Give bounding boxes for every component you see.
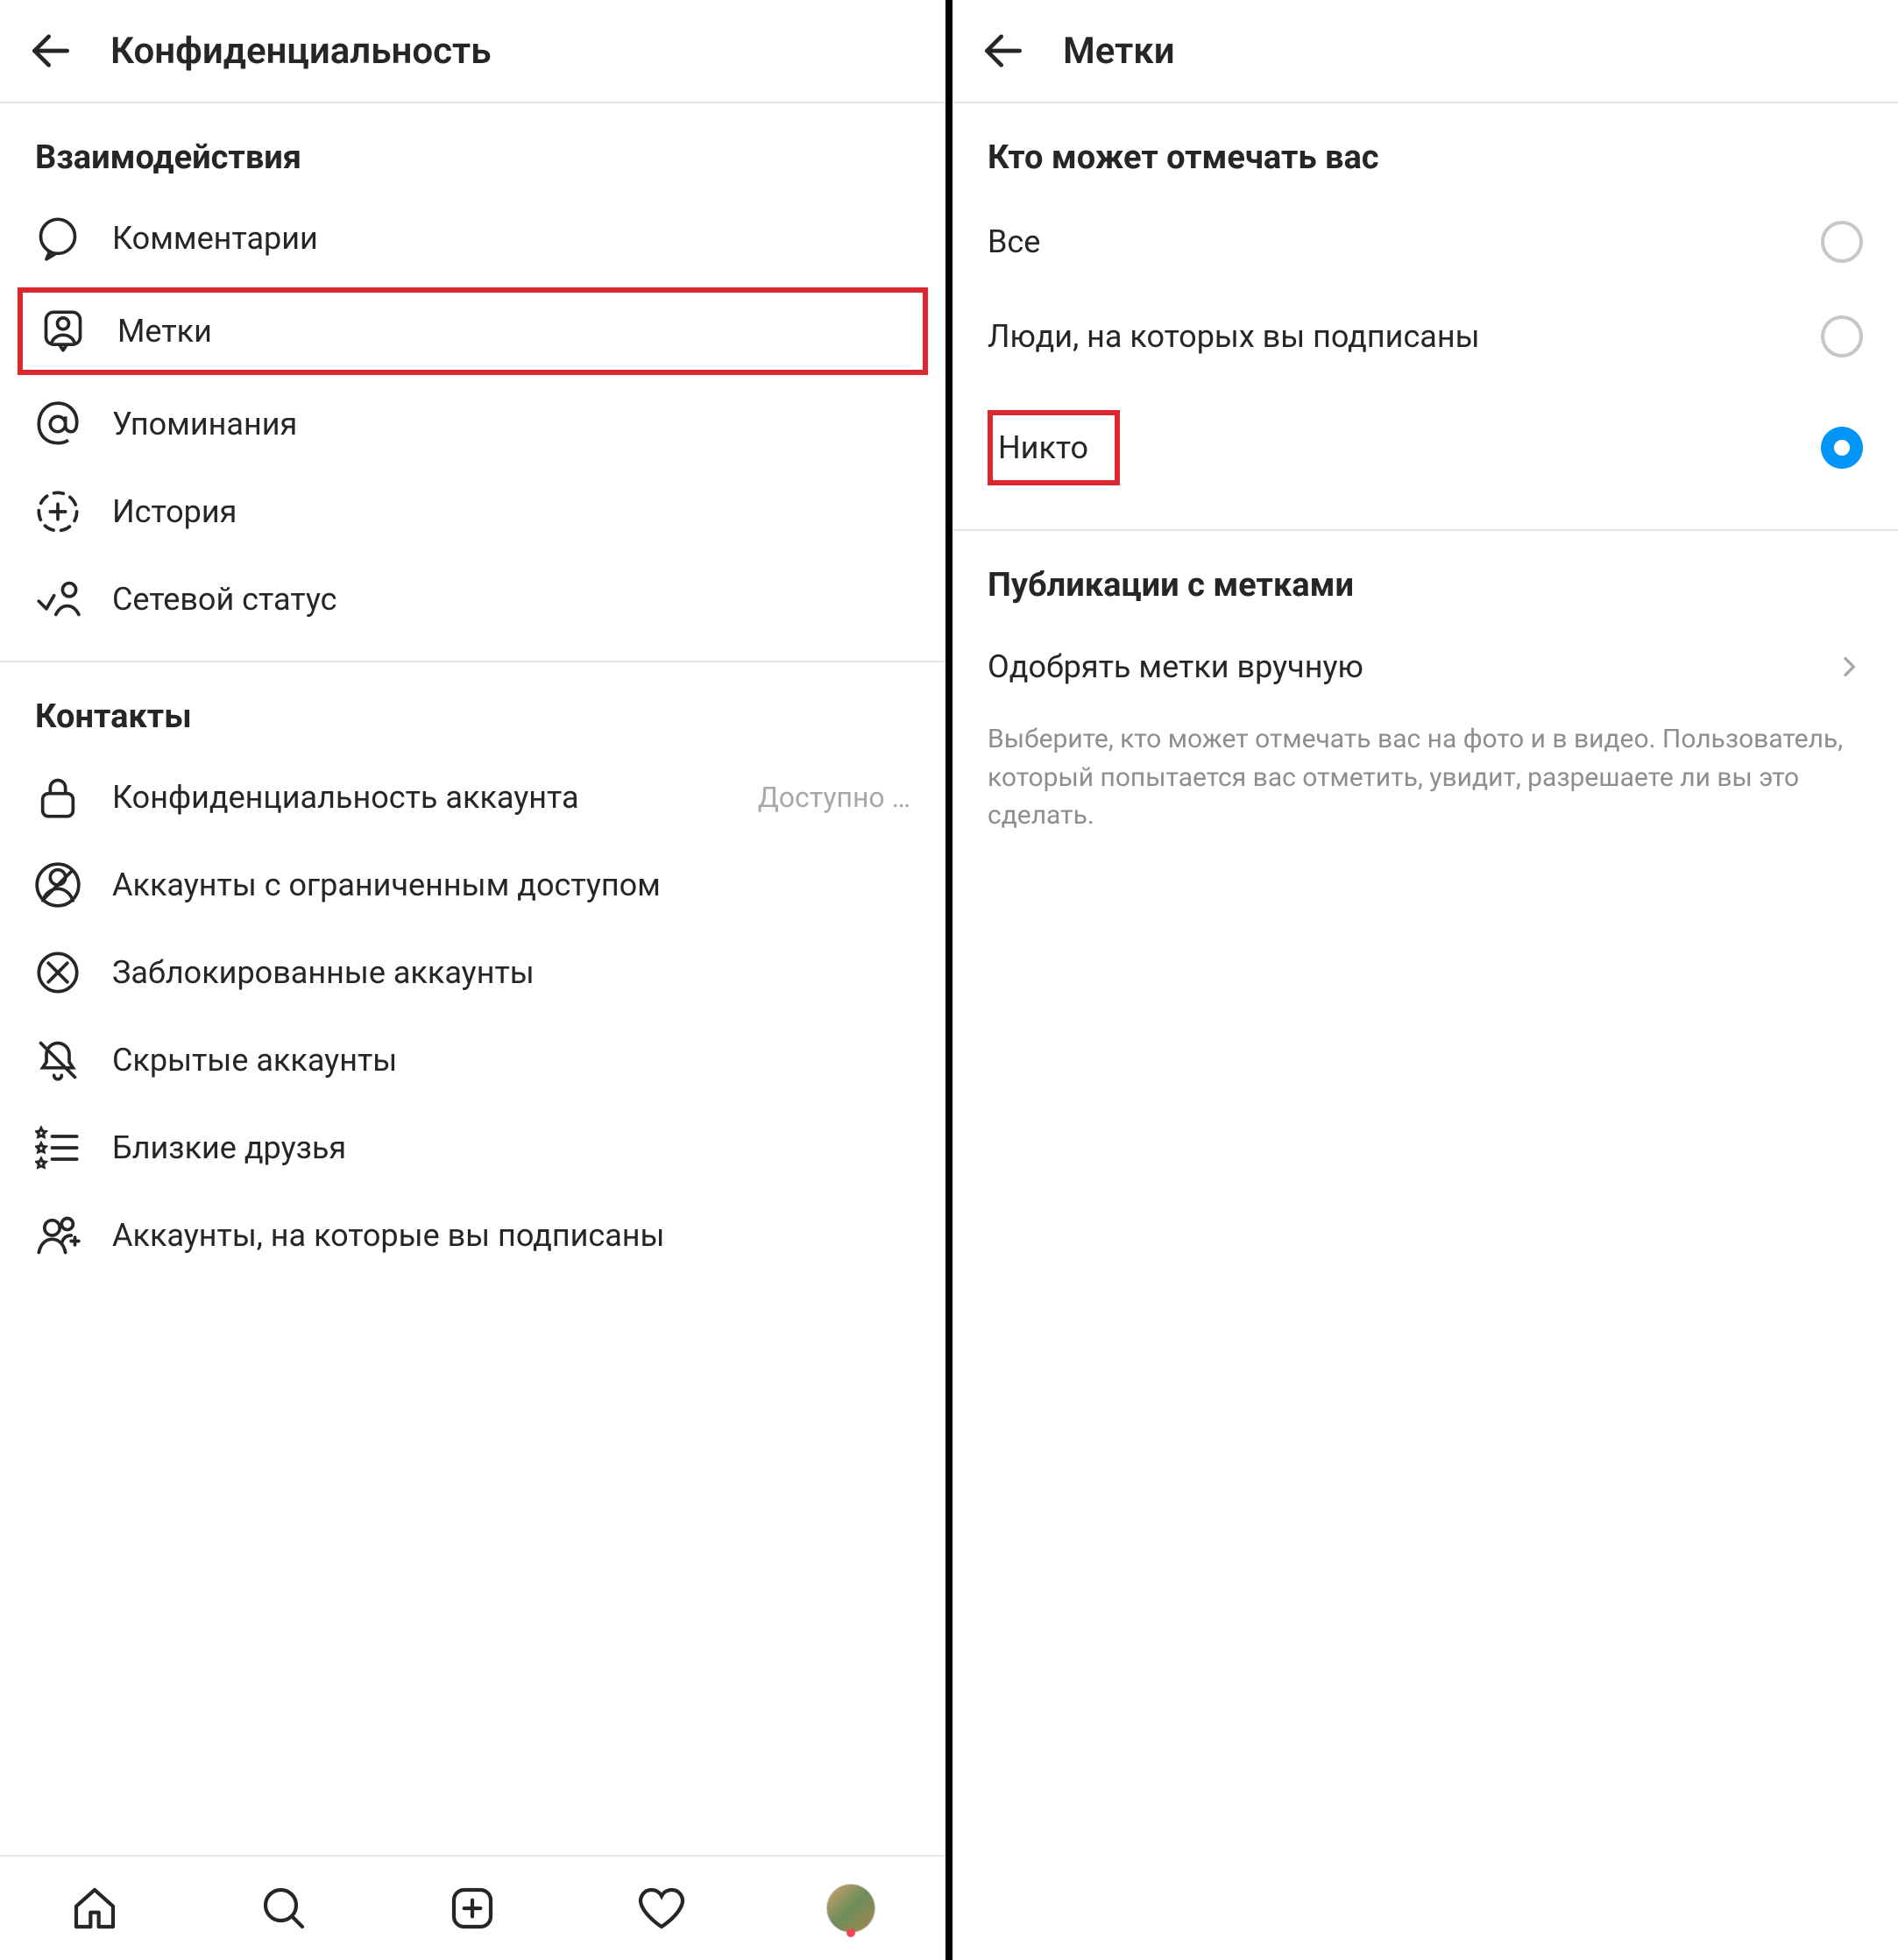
menu-item-muted-accounts[interactable]: Скрытые аккаунты [0,1016,945,1104]
home-icon[interactable] [70,1884,119,1933]
comment-icon [35,216,81,261]
at-sign-icon [35,401,81,447]
menu-item-tags[interactable]: Метки [18,287,928,375]
nav-item-manual-approve[interactable]: Одобрять метки вручную [953,622,1898,711]
lock-icon [35,775,81,820]
section-title-tagged-posts: Публикации с метками [953,531,1898,622]
section-title-interactions: Взаимодействия [0,103,945,195]
section-title-who-can-tag: Кто может отмечать вас [953,103,1898,195]
menu-item-activity-status[interactable]: Сетевой статус [0,555,945,643]
back-icon[interactable] [26,26,75,75]
page-title: Метки [1063,30,1175,73]
back-icon[interactable] [979,26,1028,75]
menu-item-comments[interactable]: Комментарии [0,195,945,282]
story-add-icon [35,489,81,534]
profile-avatar[interactable] [826,1884,875,1933]
menu-item-mentions[interactable]: Упоминания [0,380,945,468]
radio-option-everyone[interactable]: Все [953,195,1898,289]
restricted-icon [35,862,81,908]
tag-person-icon [40,308,86,354]
menu-label: Аккаунты, на которые вы подписаны [112,1217,910,1254]
menu-label: Скрытые аккаунты [112,1042,910,1079]
menu-item-blocked-accounts[interactable]: Заблокированные аккаунты [0,929,945,1016]
menu-label: Аккаунты с ограниченным доступом [112,867,910,903]
menu-label: Метки [117,313,905,350]
menu-label: История [112,493,910,530]
content: Взаимодействия Комментарии Метки Упомина… [0,103,945,1960]
search-icon[interactable] [259,1884,308,1933]
highlight-box: Никто [988,410,1120,485]
privacy-settings-pane: Конфиденциальность Взаимодействия Коммен… [0,0,953,1960]
menu-item-story[interactable]: История [0,468,945,555]
radio-option-following[interactable]: Люди, на которых вы подписаны [953,289,1898,384]
menu-item-following-accounts[interactable]: Аккаунты, на которые вы подписаны [0,1192,945,1279]
chevron-right-icon [1835,653,1863,681]
section-title-contacts: Контакты [0,662,945,754]
radio-indicator-selected [1821,427,1863,469]
header: Метки [953,0,1898,103]
menu-label: Упоминания [112,406,910,442]
header: Конфиденциальность [0,0,945,103]
menu-label: Комментарии [112,220,910,257]
activity-status-icon [35,577,81,622]
new-post-icon[interactable] [448,1884,497,1933]
close-friends-icon [35,1125,81,1171]
blocked-icon [35,950,81,995]
tags-settings-pane: Метки Кто может отмечать вас Все Люди, н… [953,0,1898,1960]
bottom-tabbar [0,1855,945,1960]
radio-indicator [1821,315,1863,357]
radio-label: Все [988,223,1040,260]
radio-label: Люди, на которых вы подписаны [988,318,1480,355]
menu-item-restricted-accounts[interactable]: Аккаунты с ограниченным доступом [0,841,945,929]
content: Кто может отмечать вас Все Люди, на кото… [953,103,1898,1960]
page-title: Конфиденциальность [110,30,492,73]
nav-label: Одобрять метки вручную [988,648,1363,685]
menu-suffix: Доступно … [758,781,910,814]
radio-option-noone[interactable]: Никто [953,384,1898,512]
radio-label: Никто [998,429,1088,466]
menu-item-close-friends[interactable]: Близкие друзья [0,1104,945,1192]
muted-bell-icon [35,1037,81,1083]
menu-item-account-privacy[interactable]: Конфиденциальность аккаунта Доступно … [0,754,945,841]
help-text: Выберите, кто может отмечать вас на фото… [953,711,1898,861]
menu-label: Заблокированные аккаунты [112,954,910,991]
menu-label: Сетевой статус [112,581,910,618]
radio-indicator [1821,221,1863,263]
menu-label: Близкие друзья [112,1129,910,1166]
activity-heart-icon[interactable] [637,1884,686,1933]
following-icon [35,1213,81,1258]
menu-label: Конфиденциальность аккаунта [112,779,726,816]
